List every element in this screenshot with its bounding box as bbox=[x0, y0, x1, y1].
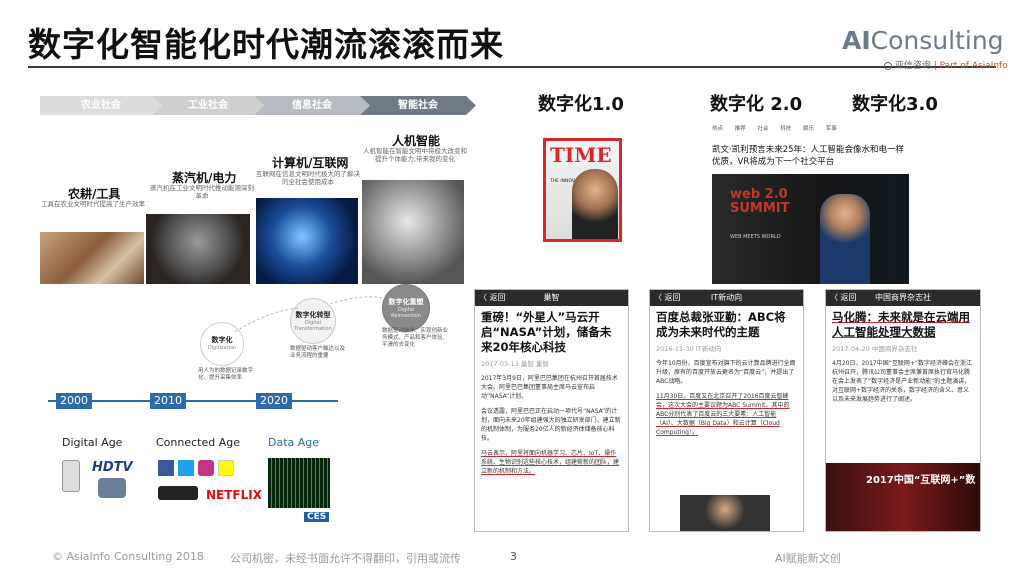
era-title-internet: 计算机/互联网 bbox=[272, 156, 349, 170]
article-meta: 2017-03-13 巢智 巢智 bbox=[481, 360, 549, 368]
web-summit-photo: web 2.0 SUMMIT WEB MEETS WORLD bbox=[712, 174, 909, 284]
snapchat-icon bbox=[218, 460, 234, 476]
circle-transformation-desc: 数据驱动客户触达以及业务流程的重要 bbox=[290, 346, 346, 359]
page-title: 数字化智能化时代潮流滚滚而来 bbox=[28, 25, 504, 64]
robot-photo bbox=[362, 180, 464, 284]
instagram-icon bbox=[198, 460, 214, 476]
logo-subtitle: 亚信咨询 | Part of AsiaInfo bbox=[884, 58, 1008, 71]
summit-title: web 2.0 SUMMIT bbox=[730, 187, 790, 216]
stage-information: 信息社会 bbox=[254, 96, 370, 115]
circle-connectors bbox=[234, 296, 386, 333]
article-headline: 马化腾：未来就是在云端用人工智能处理大数据 bbox=[832, 310, 970, 339]
matrix-data-image bbox=[268, 458, 330, 508]
conference-photo: 2017中国“互联网+”数 bbox=[826, 463, 980, 531]
summit-tagline: WEB MEETS WORLD bbox=[730, 234, 781, 240]
article-body-1: 4月20日，2017中国“互联网+”数字经济峰会在浙江杭州召开，腾讯公司董事会主… bbox=[832, 360, 972, 403]
speaker-photo bbox=[820, 194, 870, 284]
era-desc-internet: 互联网在信息文明时代极大的了解决的全社会使用成本 bbox=[256, 170, 360, 186]
router-icon bbox=[158, 486, 198, 500]
phone-article-tencent: 〈 返回 中国商界杂志社 马化腾：未来就是在云端用人工智能处理大数据 2017-0… bbox=[825, 289, 981, 532]
article-body-3: 马云表示，阿里将面向机器学习、芯片、IoT、操作系统、生物识别这些核心技术，组建… bbox=[481, 450, 620, 475]
header-digital-3: 数字化3.0 bbox=[852, 94, 938, 115]
header-digital-1: 数字化1.0 bbox=[538, 94, 624, 115]
time-masthead: TIME bbox=[550, 143, 612, 167]
footer-tagline: AI赋能新文创 bbox=[775, 552, 841, 565]
era-desc-farming: 工具在农业文明时代提高了生产效率 bbox=[41, 200, 145, 208]
logo-mark-icon bbox=[884, 61, 892, 70]
era-desc-steam: 蒸汽机在工业文明时代推动能源深刻革命 bbox=[150, 184, 254, 200]
title-divider bbox=[28, 66, 996, 68]
phone-article-baidu: 〈 返回 IT新动向 百度总裁张亚勤：ABC将成为未来时代的主题 2016-11-… bbox=[649, 289, 804, 532]
stage-intelligent: 智能社会 bbox=[360, 96, 476, 115]
nokia-phone-icon bbox=[98, 478, 126, 498]
article-body-2: 11月30日，百度又在北京召开了2016百度云智峰会，这次大会的主要议题为ABC… bbox=[656, 393, 790, 436]
phone-topbar: 〈 返回 巢智 bbox=[475, 290, 628, 306]
year-2000: 2000 bbox=[56, 393, 92, 409]
article-body-1: 今年10月份，百度宣布对旗下的云计算品牌进行全面升级，原有的百度开放云更名为“百… bbox=[656, 360, 796, 385]
twitter-icon bbox=[178, 460, 194, 476]
portrait-photo bbox=[572, 169, 618, 239]
phone-article-alibaba: 〈 返回 巢智 重磅！“外星人”马云开启“NASA”计划，储备未来20年核心科技 … bbox=[474, 289, 629, 532]
article-meta: 2017-04-20 中国商界杂志社 bbox=[832, 345, 918, 353]
stage-industrial: 工业社会 bbox=[152, 96, 264, 115]
steam-factory-photo bbox=[146, 214, 250, 284]
ipod-icon bbox=[62, 460, 80, 492]
year-2010: 2010 bbox=[150, 393, 186, 409]
phone-topbar: 〈 返回 IT新动向 bbox=[650, 290, 803, 306]
header-digital-2: 数字化 2.0 bbox=[710, 94, 803, 115]
article-body-2: 会议透露，阿里巴巴正在启动一项代号“NASA”的计划，面向未来20年组建强大的独… bbox=[481, 408, 621, 442]
article-meta: 2016-11-30 IT新动向 bbox=[656, 345, 722, 353]
phone-topbar: 〈 返回 中国商界杂志社 bbox=[826, 290, 980, 306]
era-desc-ai: 人机智能在智能文明中将极大改变和提升个体能力,带来我的变化 bbox=[363, 147, 467, 163]
circle-digitization-desc: 用人为的数据记录数字化、提升采集效率 bbox=[198, 368, 254, 381]
page-number: 3 bbox=[510, 550, 517, 563]
network-globe-photo bbox=[256, 198, 358, 284]
hdtv-logo: HDTV bbox=[92, 460, 133, 475]
conference-banner: 2017中国“互联网+”数 bbox=[866, 475, 976, 486]
label-data-age: Data Age bbox=[268, 436, 320, 449]
netflix-logo: NETFLIX bbox=[206, 488, 262, 502]
article-headline: 重磅！“外星人”马云开启“NASA”计划，储备未来20年核心科技 bbox=[481, 310, 612, 354]
label-connected-age: Connected Age bbox=[156, 436, 241, 449]
article-body-1: 2017年3月9日，阿里巴巴集团在杭州召开首届技术大会。阿里巴巴集团董事局主席马… bbox=[481, 375, 618, 400]
speaker-photo bbox=[680, 495, 770, 531]
news-nav-menu: 热点 推荐 社会 科技 娱乐 军事 bbox=[712, 126, 837, 132]
stage-agricultural: 农业社会 bbox=[40, 96, 162, 115]
time-magazine-cover: TIME THE INNOVATOR bbox=[543, 138, 622, 242]
footer-confidential: 公司机密，未经书面允许不得翻印，引用或流传 bbox=[230, 552, 461, 565]
label-digital-age: Digital Age bbox=[62, 436, 123, 449]
article-headline: 百度总裁张亚勤：ABC将成为未来时代的主题 bbox=[656, 310, 786, 339]
company-logo: AIConsulting bbox=[842, 26, 1004, 55]
news-headline-kk: 凯文·凯利预言未来25年：人工智能会像水和电一样优质，VR将成为下一个社交平台 bbox=[712, 145, 905, 167]
facebook-icon bbox=[158, 460, 174, 476]
footer-copyright: © AsiaInfo Consulting 2018 bbox=[52, 550, 204, 563]
year-2020: 2020 bbox=[256, 393, 292, 409]
ces-logo: CES bbox=[304, 512, 330, 522]
